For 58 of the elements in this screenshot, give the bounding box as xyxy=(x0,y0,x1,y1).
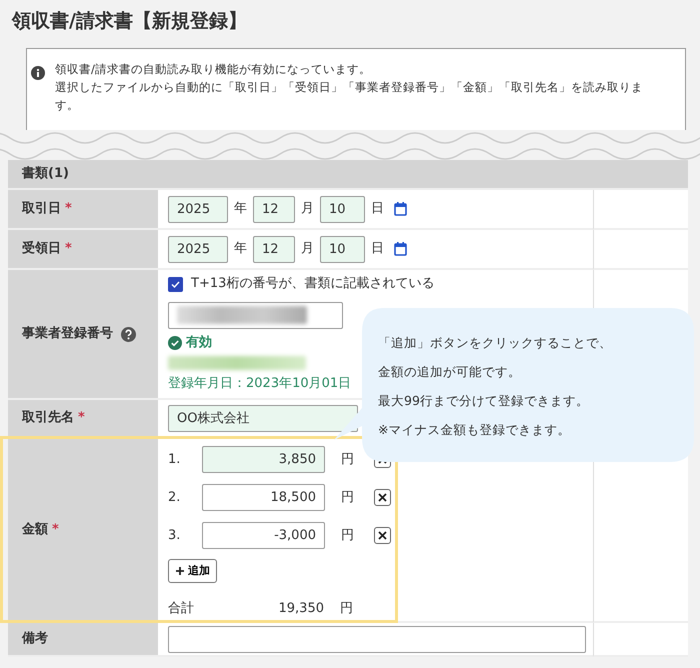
required-mark: * xyxy=(78,409,85,428)
unit-label: 日 xyxy=(371,200,384,218)
field-label: 取引先名 xyxy=(22,409,74,428)
unit-label: 年 xyxy=(234,240,247,258)
unit-label: 日 xyxy=(371,240,384,258)
callout-text: 金額の追加が可能です。 xyxy=(378,363,522,381)
month-field[interactable]: 12 xyxy=(253,196,295,222)
unit-label: 月 xyxy=(301,200,314,218)
required-mark: * xyxy=(52,520,59,539)
callout-text: ※マイナス金額も登録できます。 xyxy=(378,421,572,439)
callout-text: 「追加」ボタンをクリックすることで、 xyxy=(378,334,612,352)
page-title: 領収書/請求書【新規登録】 xyxy=(10,9,248,34)
field-label: 取引日 xyxy=(22,200,61,218)
section-title: 書類(1) xyxy=(22,166,69,182)
checkbox-label: T+13桁の番号が、書類に記載されている xyxy=(191,275,434,294)
unit-label: 円 xyxy=(341,488,354,507)
item-number: 1. xyxy=(168,450,182,469)
amount-field[interactable]: 18,500 xyxy=(202,484,325,511)
calendar-icon[interactable] xyxy=(394,242,407,256)
day-field[interactable]: 10 xyxy=(320,236,365,262)
total-value: 19,350 xyxy=(278,600,324,618)
remove-button[interactable] xyxy=(374,527,391,544)
month-field[interactable]: 12 xyxy=(253,236,295,262)
field-label: 事業者登録番号 xyxy=(22,325,113,344)
notice-text: 領収書/請求書の自動読み取り機能が有効になっています。 xyxy=(55,61,372,78)
info-icon xyxy=(31,66,45,80)
status-text: 有効 xyxy=(186,334,212,352)
amount-field[interactable]: 3,850 xyxy=(202,446,325,473)
item-number: 2. xyxy=(168,488,182,507)
field-label: 金額 xyxy=(22,520,48,539)
amount-field[interactable]: -3,000 xyxy=(202,522,325,549)
registration-date: 登録年月日：2023年10月01日 xyxy=(168,375,352,394)
total-label: 合計 xyxy=(168,600,195,618)
unit-label: 円 xyxy=(341,450,354,469)
unit-label: 円 xyxy=(341,526,354,545)
field-label: 備考 xyxy=(22,630,48,648)
registration-number-field[interactable] xyxy=(168,302,343,329)
remarks-field[interactable] xyxy=(168,626,586,652)
required-mark: * xyxy=(65,200,72,218)
unit-label: 年 xyxy=(234,200,247,218)
unit-label: 月 xyxy=(301,240,314,258)
day-field[interactable]: 10 xyxy=(320,196,365,222)
calendar-icon[interactable] xyxy=(394,202,407,216)
add-button[interactable]: 追加 xyxy=(168,558,217,583)
check-circle-icon xyxy=(168,336,182,350)
callout-text: 最大99行まで分けて登録できます。 xyxy=(378,392,590,410)
item-number: 3. xyxy=(168,526,182,545)
field-label: 受領日 xyxy=(22,240,61,258)
help-icon[interactable] xyxy=(121,326,136,342)
notice-text: 選択したファイルから自動的に「取引日」「受領日」「事業者登録番号」「金額」「取引先名」を読み取ります。 xyxy=(55,78,644,114)
checkbox[interactable] xyxy=(168,276,183,292)
remove-button[interactable] xyxy=(374,489,391,506)
year-field[interactable]: 2025 xyxy=(168,236,228,262)
unit-label: 円 xyxy=(340,600,353,618)
required-mark: * xyxy=(65,240,72,258)
plus-icon xyxy=(175,566,185,576)
year-field[interactable]: 2025 xyxy=(168,196,228,222)
text-field[interactable]: OO株式会社 xyxy=(168,404,358,432)
